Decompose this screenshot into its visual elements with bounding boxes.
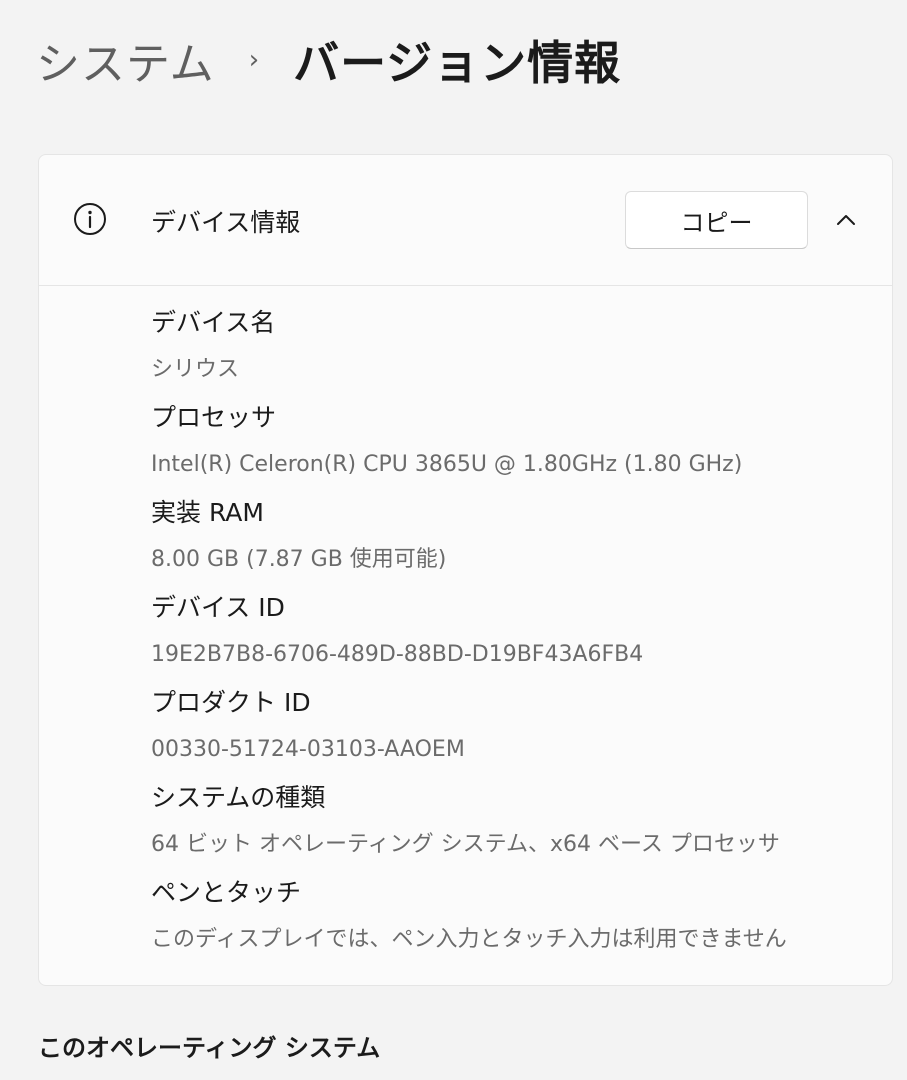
breadcrumb-parent-system[interactable]: システム [36, 28, 215, 92]
property-value: シリウス [151, 357, 240, 382]
property-label: プロダクト ID [151, 688, 311, 717]
device-info-header[interactable]: デバイス情報 コピー [39, 155, 892, 286]
property-ram: 実装 RAM 8.00 GB (7.87 GB 使用可能) [151, 493, 871, 588]
property-label: プロセッサ [151, 403, 277, 432]
property-value: 8.00 GB (7.87 GB 使用可能) [151, 547, 447, 572]
property-device-name: デバイス名 シリウス [151, 303, 871, 398]
device-info-properties: デバイス名 シリウス プロセッサ Intel(R) Celeron(R) CPU… [151, 303, 871, 968]
property-device-id: デバイス ID 19E2B7B8-6706-489D-88BD-D19BF43A… [151, 588, 871, 683]
device-info-title: デバイス情報 [151, 208, 301, 237]
property-system-type: システムの種類 64 ビット オペレーティング システム、x64 ベース プロセ… [151, 778, 871, 873]
property-value: Intel(R) Celeron(R) CPU 3865U @ 1.80GHz … [151, 452, 743, 477]
property-label: デバイス ID [151, 593, 285, 622]
device-info-card: デバイス情報 コピー デバイス名 シリウス プロセッサ Intel(R) Cel… [38, 154, 893, 986]
property-label: ペンとタッチ [151, 878, 302, 907]
info-circle-icon [74, 203, 106, 235]
property-processor: プロセッサ Intel(R) Celeron(R) CPU 3865U @ 1.… [151, 398, 871, 493]
property-product-id: プロダクト ID 00330-51724-03103-AAOEM [151, 683, 871, 778]
property-label: デバイス名 [151, 308, 276, 337]
chevron-up-icon[interactable] [833, 207, 859, 233]
property-value: このディスプレイでは、ペン入力とタッチ入力は利用できません [151, 927, 787, 952]
os-section-title: このオペレーティング システム [38, 1034, 381, 1062]
property-pen-touch: ペンとタッチ このディスプレイでは、ペン入力とタッチ入力は利用できません [151, 873, 871, 968]
copy-button[interactable]: コピー [625, 191, 808, 249]
breadcrumb-separator: › [248, 45, 260, 75]
property-value: 00330-51724-03103-AAOEM [151, 737, 465, 762]
property-value: 19E2B7B8-6706-489D-88BD-D19BF43A6FB4 [151, 642, 644, 667]
breadcrumb: システム › バージョン情報 [36, 30, 621, 90]
property-label: 実装 RAM [151, 498, 264, 527]
property-value: 64 ビット オペレーティング システム、x64 ベース プロセッサ [151, 832, 780, 857]
page-title: バージョン情報 [293, 36, 622, 90]
property-label: システムの種類 [151, 783, 326, 812]
